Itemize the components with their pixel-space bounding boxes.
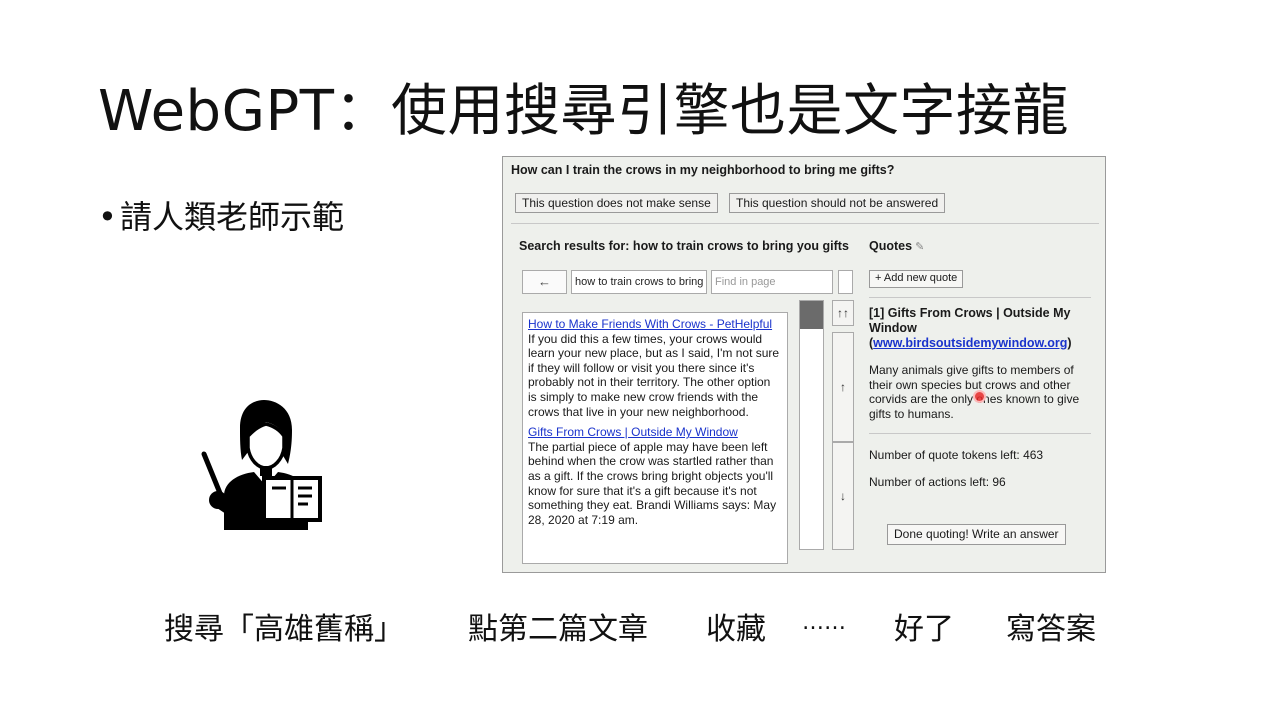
step-search: 搜尋「高雄舊稱」 — [164, 612, 404, 647]
scrollbar[interactable] — [799, 300, 824, 550]
quote-title: [1] Gifts From Crows | Outside My Window… — [869, 306, 1072, 350]
divider — [869, 433, 1091, 434]
search-results-heading: Search results for: how to train crows t… — [519, 239, 849, 253]
quote-source-link[interactable]: www.birdsoutsidemywindow.org — [873, 336, 1067, 350]
quote-tokens-left: Number of quote tokens left: 463 — [869, 448, 1044, 462]
result-link[interactable]: How to Make Friends With Crows - PetHelp… — [528, 317, 782, 332]
teacher-with-book-icon — [201, 400, 322, 530]
step-click-article: 點第二篇文章 — [468, 612, 648, 647]
search-results-list: How to Make Friends With Crows - PetHelp… — [522, 312, 788, 564]
result-snippet: If you did this a few times, your crows … — [528, 331, 780, 419]
bullet-text: 請人類老師示範 — [120, 198, 345, 236]
bullet-point: •請人類老師示範 — [98, 192, 344, 238]
cursor-icon — [973, 390, 986, 403]
quote-title-text: [1] Gifts From Crows | Outside My Window — [869, 306, 1071, 335]
quotes-heading-label: Quotes — [869, 239, 913, 253]
edit-icon[interactable]: ✎ — [915, 241, 924, 253]
divider — [511, 223, 1099, 224]
divider — [869, 297, 1091, 298]
result-link[interactable]: Gifts From Crows | Outside My Window — [528, 425, 782, 440]
question-no-answer-button[interactable]: This question should not be answered — [729, 193, 946, 213]
find-checkbox[interactable] — [838, 270, 853, 294]
bullet-dot: • — [98, 198, 117, 236]
question-no-sense-button[interactable]: This question does not make sense — [515, 193, 718, 213]
webgpt-interface: How can I train the crows in my neighbor… — [502, 156, 1106, 573]
action-sequence: 搜尋「高雄舊稱」 點第二篇文章 收藏 …… 好了 寫答案 — [0, 604, 1280, 648]
step-done: 好了 — [894, 612, 954, 647]
scroll-down-button[interactable]: ↓ — [832, 442, 854, 550]
back-button[interactable]: ← — [522, 270, 567, 294]
actions-left: Number of actions left: 96 — [869, 475, 1006, 489]
scroll-top-button[interactable]: ↑↑ — [832, 300, 854, 326]
step-quote: 收藏 — [706, 612, 766, 647]
slide-title: WebGPT：使用搜尋引擎也是文字接龍 — [98, 79, 1069, 144]
step-ellipsis: …… — [802, 610, 846, 635]
step-write-answer: 寫答案 — [1006, 612, 1096, 647]
question-text: How can I train the crows in my neighbor… — [511, 163, 895, 177]
find-in-page-input[interactable]: Find in page — [711, 270, 833, 294]
add-quote-button[interactable]: + Add new quote — [869, 270, 964, 288]
done-quoting-button[interactable]: Done quoting! Write an answer — [887, 524, 1066, 545]
quotes-heading: Quotes ✎ — [869, 239, 924, 253]
result-snippet: The partial piece of apple may have been… — [528, 439, 777, 527]
scrollbar-thumb[interactable] — [800, 301, 823, 329]
scroll-up-button[interactable]: ↑ — [832, 332, 854, 442]
search-input[interactable]: how to train crows to bring — [571, 270, 707, 294]
